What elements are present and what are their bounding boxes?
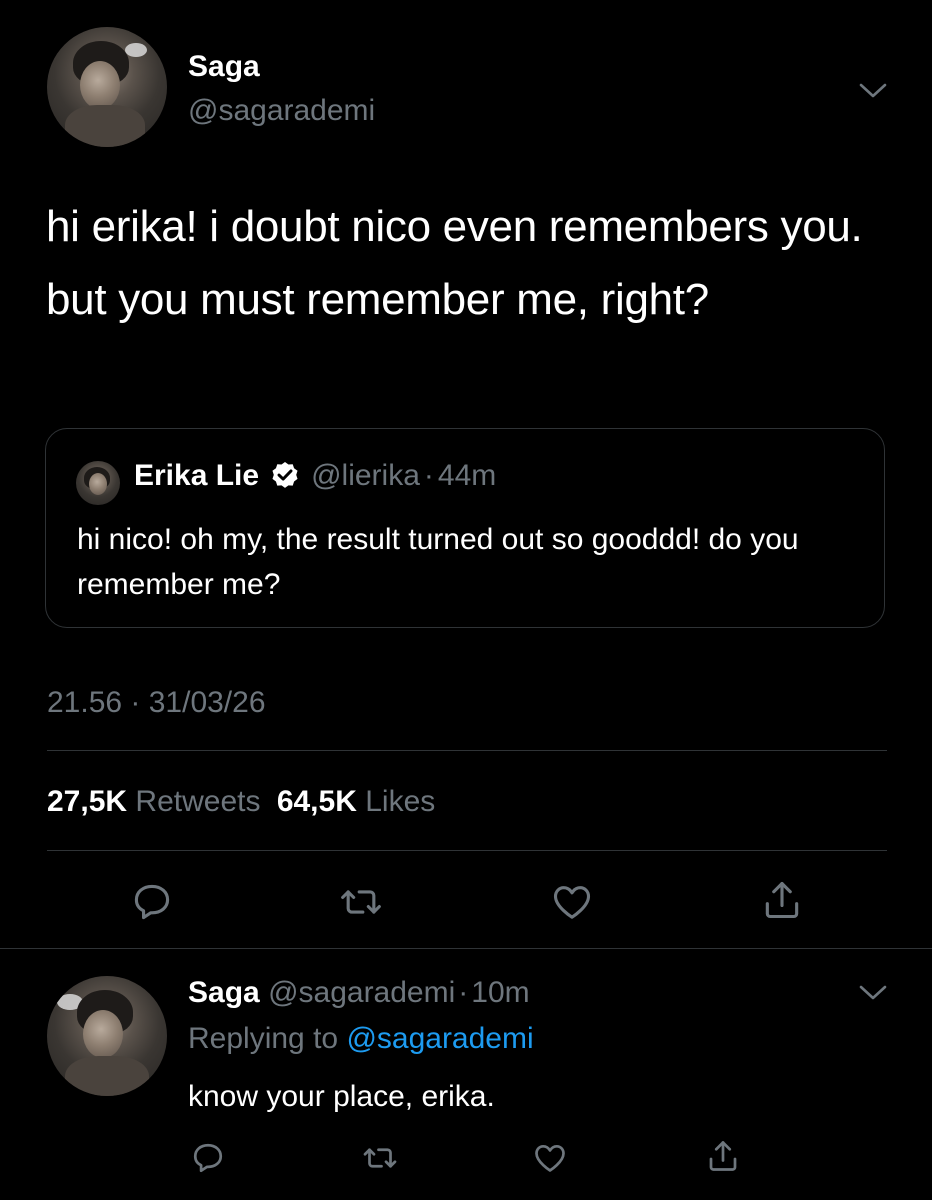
divider [47,850,887,851]
quote-text: hi nico! oh my, the result turned out so… [77,523,799,601]
heart-icon[interactable] [550,880,594,924]
share-icon[interactable] [760,878,804,922]
divider [0,948,932,949]
replying-to-handle[interactable]: @sagarademi [346,1022,533,1055]
reply-avatar[interactable] [47,976,167,1096]
reply-author-name[interactable]: Saga [188,976,260,1009]
verified-badge-icon [269,460,301,492]
author-name[interactable]: Saga [188,50,260,84]
quote-author-handle: @lierika [311,459,420,492]
comment-icon[interactable] [130,880,174,924]
likes-label: Likes [365,785,436,818]
heart-icon[interactable] [532,1140,568,1176]
retweets-count: 27,5K [47,785,128,818]
quote-avatar [76,461,120,505]
replying-to-label: Replying to [188,1022,339,1055]
comment-icon[interactable] [190,1140,226,1176]
engagement-stats: 27,5K Retweets 64,5K Likes [47,785,435,819]
chevron-down-icon[interactable] [858,80,888,100]
author-handle[interactable]: @sagarademi [188,94,375,128]
likes-stat[interactable]: 64,5K Likes [277,785,435,818]
likes-count: 64,5K [276,785,357,818]
retweet-icon[interactable] [362,1140,398,1176]
reply-separator: · [458,976,469,1009]
retweets-label: Retweets [135,785,261,818]
quote-author-name: Erika Lie [134,459,260,492]
reply-author-handle[interactable]: @sagarademi [268,976,455,1009]
quote-separator: · [423,459,434,492]
avatar[interactable] [47,27,167,147]
retweets-stat[interactable]: 27,5K Retweets [47,785,269,818]
quoted-tweet[interactable]: Erika Lie @lierika · 44m hi nico! oh my,… [45,428,885,628]
tweet-timestamp[interactable]: 21.56 · 31/03/26 [47,686,266,720]
tweet-text: hi erika! i doubt nico even remembers yo… [46,202,863,324]
share-icon[interactable] [705,1138,741,1174]
divider [47,750,887,751]
chevron-down-icon[interactable] [858,982,888,1002]
reply-text: know your place, erika. [188,1080,495,1113]
reply-age: 10m [471,976,530,1009]
quote-age: 44m [437,459,497,492]
retweet-icon[interactable] [339,880,383,924]
